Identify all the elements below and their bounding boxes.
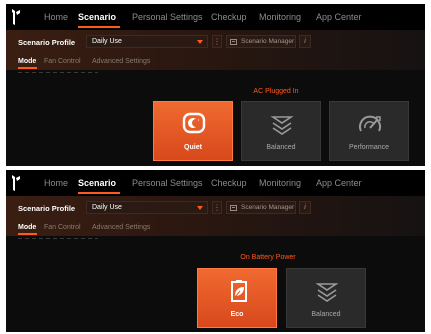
brand-logo-icon — [12, 9, 20, 25]
nav-active-underline — [78, 192, 120, 194]
tab-fan-control[interactable]: Fan Control — [44, 224, 81, 231]
info-icon: i — [304, 204, 306, 211]
more-options-button[interactable]: ⋮ — [212, 35, 222, 48]
subtab-active-underline — [18, 233, 37, 235]
mode-label: Quiet — [184, 144, 202, 151]
scenario-toolbar: Scenario Profile Daily Use ⋮ Scenario Ma… — [6, 30, 425, 70]
balanced-chevrons-icon — [270, 116, 294, 135]
nav-app-center[interactable]: App Center — [316, 11, 362, 23]
scenario-manager-label: Scenario Manager — [241, 204, 295, 211]
mode-card-eco[interactable]: Eco — [197, 268, 277, 328]
subtab-active-underline — [18, 67, 37, 69]
scenario-profile-label: Scenario Profile — [18, 38, 76, 47]
decorative-divider — [18, 238, 98, 239]
info-button[interactable]: i — [299, 35, 311, 48]
mode-label: Performance — [348, 144, 390, 151]
scenario-profile-label: Scenario Profile — [18, 204, 76, 213]
nav-personal-settings[interactable]: Personal Settings — [132, 177, 203, 189]
scenario-profile-select[interactable]: Daily Use — [86, 35, 208, 48]
top-nav-bar: Home Scenario Personal Settings Checkup … — [6, 170, 425, 196]
chevron-down-icon — [197, 40, 203, 44]
mode-card-performance[interactable]: Performance — [329, 101, 409, 161]
info-button[interactable]: i — [299, 201, 311, 214]
nav-scenario[interactable]: Scenario — [78, 11, 116, 23]
mode-card-balanced[interactable]: Balanced — [286, 268, 366, 328]
more-vertical-icon: ⋮ — [213, 203, 221, 212]
scenario-panel-battery: Home Scenario Personal Settings Checkup … — [6, 170, 425, 332]
chevron-down-icon — [197, 206, 203, 210]
scenario-manager-button[interactable]: Scenario Manager — [226, 201, 296, 214]
scenario-profile-select[interactable]: Daily Use — [86, 201, 208, 214]
tab-advanced-settings[interactable]: Advanced Settings — [92, 58, 150, 65]
nav-monitoring[interactable]: Monitoring — [259, 177, 301, 189]
mode-content: AC Plugged In Quiet Balanced Performance — [6, 70, 425, 166]
brand-logo-icon — [12, 175, 20, 191]
nav-monitoring[interactable]: Monitoring — [259, 11, 301, 23]
scenario-manager-label: Scenario Manager — [241, 38, 295, 45]
mode-content: On Battery Power Eco Balanced — [6, 236, 425, 332]
scenario-toolbar: Scenario Profile Daily Use ⋮ Scenario Ma… — [6, 196, 425, 236]
power-source-title: AC Plugged In — [253, 88, 299, 95]
nav-app-center[interactable]: App Center — [316, 177, 362, 189]
more-vertical-icon: ⋮ — [213, 37, 221, 46]
tab-mode[interactable]: Mode — [18, 224, 36, 231]
decorative-divider — [18, 72, 98, 73]
mode-label: Balanced — [266, 144, 296, 151]
mode-card-quiet[interactable]: Quiet — [153, 101, 233, 161]
quiet-moon-icon — [182, 112, 206, 134]
scenario-panel-ac: Home Scenario Personal Settings Checkup … — [6, 4, 425, 166]
nav-checkup[interactable]: Checkup — [211, 11, 247, 23]
nav-home[interactable]: Home — [44, 11, 68, 23]
scenario-manager-button[interactable]: Scenario Manager — [226, 35, 296, 48]
info-icon: i — [304, 38, 306, 45]
more-options-button[interactable]: ⋮ — [212, 201, 222, 214]
scenario-manager-icon — [230, 205, 237, 211]
eco-battery-leaf-icon — [231, 280, 247, 302]
scenario-profile-value: Daily Use — [92, 38, 122, 45]
performance-gauge-icon — [359, 115, 381, 132]
scenario-profile-value: Daily Use — [92, 204, 122, 211]
nav-personal-settings[interactable]: Personal Settings — [132, 11, 203, 23]
nav-active-underline — [78, 26, 120, 28]
scenario-manager-icon — [230, 39, 237, 45]
nav-home[interactable]: Home — [44, 177, 68, 189]
tab-advanced-settings[interactable]: Advanced Settings — [92, 224, 150, 231]
mode-card-balanced[interactable]: Balanced — [241, 101, 321, 161]
balanced-chevrons-icon — [315, 283, 339, 302]
power-source-title: On Battery Power — [240, 254, 296, 261]
mode-label: Eco — [230, 311, 244, 318]
top-nav-bar: Home Scenario Personal Settings Checkup … — [6, 4, 425, 30]
nav-checkup[interactable]: Checkup — [211, 177, 247, 189]
tab-fan-control[interactable]: Fan Control — [44, 58, 81, 65]
mode-label: Balanced — [311, 311, 341, 318]
nav-scenario[interactable]: Scenario — [78, 177, 116, 189]
tab-mode[interactable]: Mode — [18, 58, 36, 65]
